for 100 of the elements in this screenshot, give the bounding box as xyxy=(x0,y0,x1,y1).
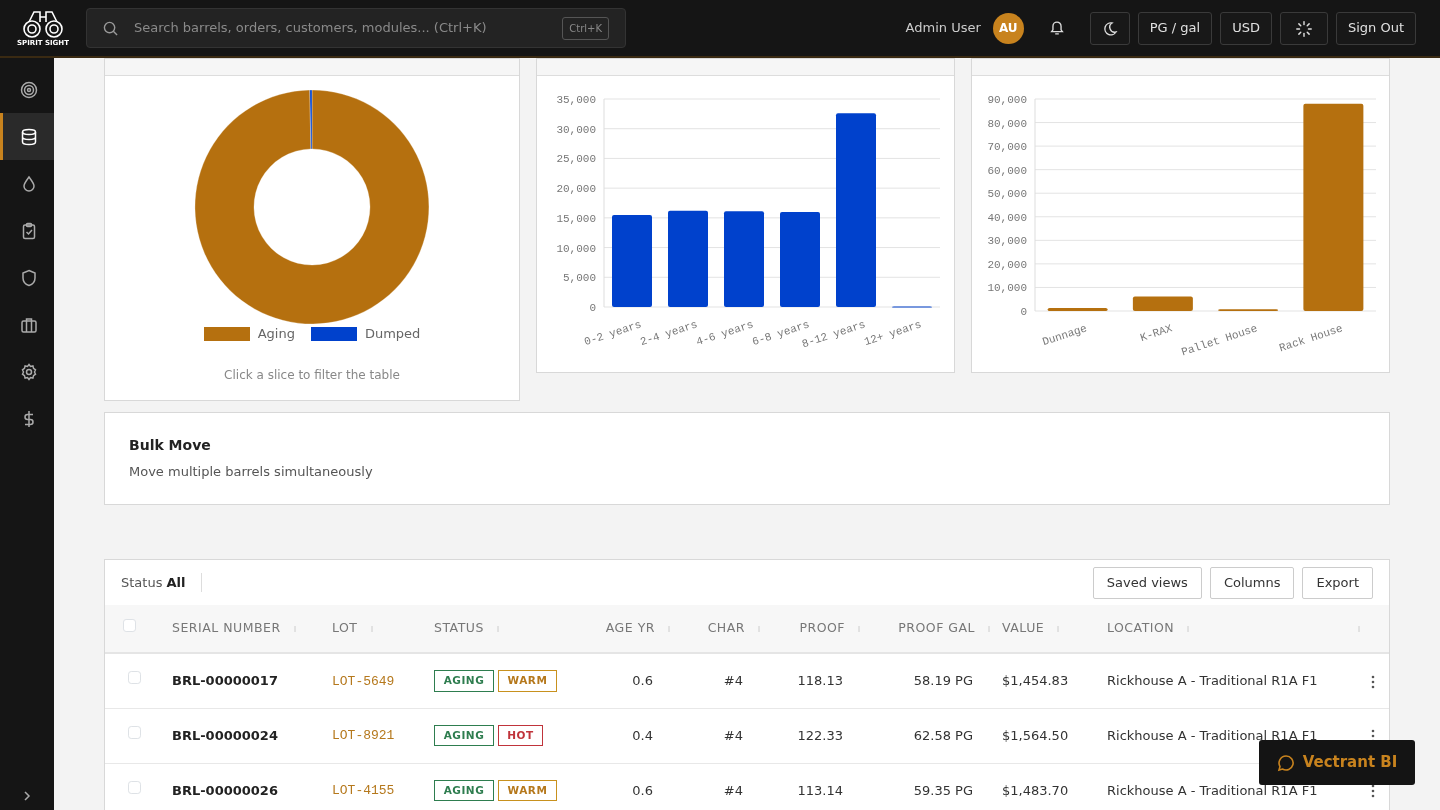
column-header[interactable]: PROOF xyxy=(799,620,845,636)
column-header[interactable]: LOCATION xyxy=(1107,620,1175,636)
axis-tick-label: 10,000 xyxy=(556,242,596,255)
toolbar-button[interactable]: Columns xyxy=(1209,566,1295,599)
status-tag: WARM xyxy=(498,779,557,802)
axis-tick-label: 80,000 xyxy=(987,117,1027,130)
spinner-icon xyxy=(1294,19,1313,38)
chart-bar[interactable] xyxy=(1047,307,1108,311)
lot-link[interactable]: LOT-5649 xyxy=(332,673,395,689)
target-icon xyxy=(19,80,38,99)
table-cell: 58.19 PG xyxy=(913,673,973,688)
table-cell: 59.35 PG xyxy=(913,782,973,798)
card-description: Move multiple barrels simultaneously xyxy=(129,463,374,482)
currency-button[interactable]: USD xyxy=(1220,11,1272,45)
table-cell: 113.14 xyxy=(797,782,843,798)
sign-out-button[interactable]: Sign Out xyxy=(1335,11,1416,45)
row-checkbox[interactable] xyxy=(128,725,141,739)
row-checkbox[interactable] xyxy=(128,780,141,794)
sidebar-item[interactable] xyxy=(0,113,54,160)
status-tag: WARM xyxy=(498,669,557,692)
table-cell: $1,483.70 xyxy=(1002,782,1069,798)
column-header[interactable]: AGE YR xyxy=(605,620,655,636)
table-cell: Rickhouse A - Traditional R1A F1 xyxy=(1107,673,1318,688)
database-icon xyxy=(19,127,38,146)
chat-bubble-icon xyxy=(1276,753,1295,772)
row-menu-icon[interactable] xyxy=(1370,674,1375,689)
table-cell: $1,454.83 xyxy=(1002,673,1069,688)
axis-category-label: Rack House xyxy=(1277,322,1345,355)
axis-tick-label: 10,000 xyxy=(987,282,1027,295)
loading-button[interactable] xyxy=(1279,11,1328,45)
table-cell: #4 xyxy=(723,727,743,743)
legend-label: Dumped xyxy=(364,325,421,343)
serial-number: BRL-00000017 xyxy=(172,673,278,688)
bulk-move-card[interactable]: Bulk Move Move multiple barrels simultaneously xyxy=(104,412,1390,505)
row-checkbox[interactable] xyxy=(128,671,141,684)
axis-tick-label: 40,000 xyxy=(987,211,1027,224)
search-icon xyxy=(103,20,118,36)
user-name: Admin User xyxy=(905,19,981,38)
column-header[interactable]: CHAR xyxy=(707,620,745,636)
status-tag: HOT xyxy=(498,724,543,747)
axis-tick-label: 15,000 xyxy=(556,212,596,225)
table-cell: Rickhouse A - Traditional R1A F1 xyxy=(1107,782,1318,798)
legend-label: Aging xyxy=(257,325,295,343)
table-cell: #4 xyxy=(723,673,743,688)
moon-icon xyxy=(1101,20,1118,37)
table-cell: 62.58 PG xyxy=(913,727,973,743)
legend-swatch xyxy=(203,326,250,341)
lot-link[interactable]: LOT-4155 xyxy=(332,783,395,799)
table-cell: Rickhouse A - Traditional R1A F1 xyxy=(1107,727,1318,743)
legend-swatch xyxy=(310,326,357,341)
column-header[interactable]: LOT xyxy=(332,620,358,636)
chart-bar[interactable] xyxy=(1132,296,1193,311)
lot-link[interactable]: LOT-8921 xyxy=(332,728,395,744)
axis-tick-label: 0 xyxy=(1020,306,1027,318)
toolbar-button[interactable]: Saved views xyxy=(1092,566,1202,599)
binoculars-logo-icon xyxy=(21,9,65,38)
filter-label: Status xyxy=(121,573,163,592)
table-cell: 118.13 xyxy=(797,673,843,688)
shield-icon xyxy=(19,268,38,287)
card-title: Bulk Move xyxy=(129,436,212,456)
serial-number: BRL-00000026 xyxy=(172,782,278,798)
briefcase-icon xyxy=(19,315,38,334)
axis-category-label: Pallet House xyxy=(1180,322,1260,359)
chart-bar[interactable] xyxy=(1303,103,1364,311)
axis-tick-label: 25,000 xyxy=(556,153,596,166)
axis-tick-label: 20,000 xyxy=(556,183,596,196)
status-tag: AGING xyxy=(434,779,494,802)
chart-hint: Click a slice to filter the table xyxy=(224,366,400,384)
dark-mode-button[interactable] xyxy=(1089,11,1130,45)
table-cell: #4 xyxy=(723,782,743,798)
axis-tick-label: 30,000 xyxy=(556,123,596,136)
axis-tick-label: 50,000 xyxy=(987,188,1027,201)
gear-icon xyxy=(19,362,38,381)
search-field[interactable]: Search barrels, orders, customers, modules... (Ctrl+K) Ctrl+K xyxy=(86,8,626,48)
axis-tick-label: 90,000 xyxy=(987,94,1027,106)
table-cell: 0.4 xyxy=(632,727,653,743)
axis-tick-label: 30,000 xyxy=(987,235,1027,248)
status-tag: AGING xyxy=(434,724,494,747)
donut-slice[interactable] xyxy=(309,89,313,150)
column-header[interactable]: STATUS xyxy=(434,620,484,636)
table-cell: 0.6 xyxy=(632,673,653,688)
donut-slice[interactable] xyxy=(194,89,430,324)
status-filter[interactable]: All xyxy=(166,572,203,593)
serial-number: BRL-00000024 xyxy=(172,727,278,743)
axis-category-label: K-RAX xyxy=(1138,322,1174,345)
shortcut-hint: Ctrl+K xyxy=(562,16,609,40)
unit-button[interactable]: PG / gal xyxy=(1137,11,1213,45)
search-placeholder: Search barrels, orders, customers, modules... (Ctrl+K) xyxy=(134,19,488,38)
select-all-checkbox[interactable] xyxy=(123,619,136,632)
axis-tick-label: 20,000 xyxy=(987,258,1027,271)
column-header[interactable]: PROOF GAL xyxy=(898,620,975,636)
assistant-button[interactable]: Vectrant BI xyxy=(1259,740,1415,785)
expand-chevron-icon[interactable] xyxy=(22,790,32,802)
axis-tick-label: 5,000 xyxy=(563,272,596,285)
user-avatar[interactable]: AU xyxy=(992,12,1024,44)
status-tag: AGING xyxy=(434,669,494,692)
table-cell: 122.33 xyxy=(797,727,843,743)
toolbar-button[interactable]: Export xyxy=(1302,566,1373,599)
column-header[interactable]: VALUE xyxy=(1002,620,1045,636)
axis-tick-label: 35,000 xyxy=(556,94,596,106)
